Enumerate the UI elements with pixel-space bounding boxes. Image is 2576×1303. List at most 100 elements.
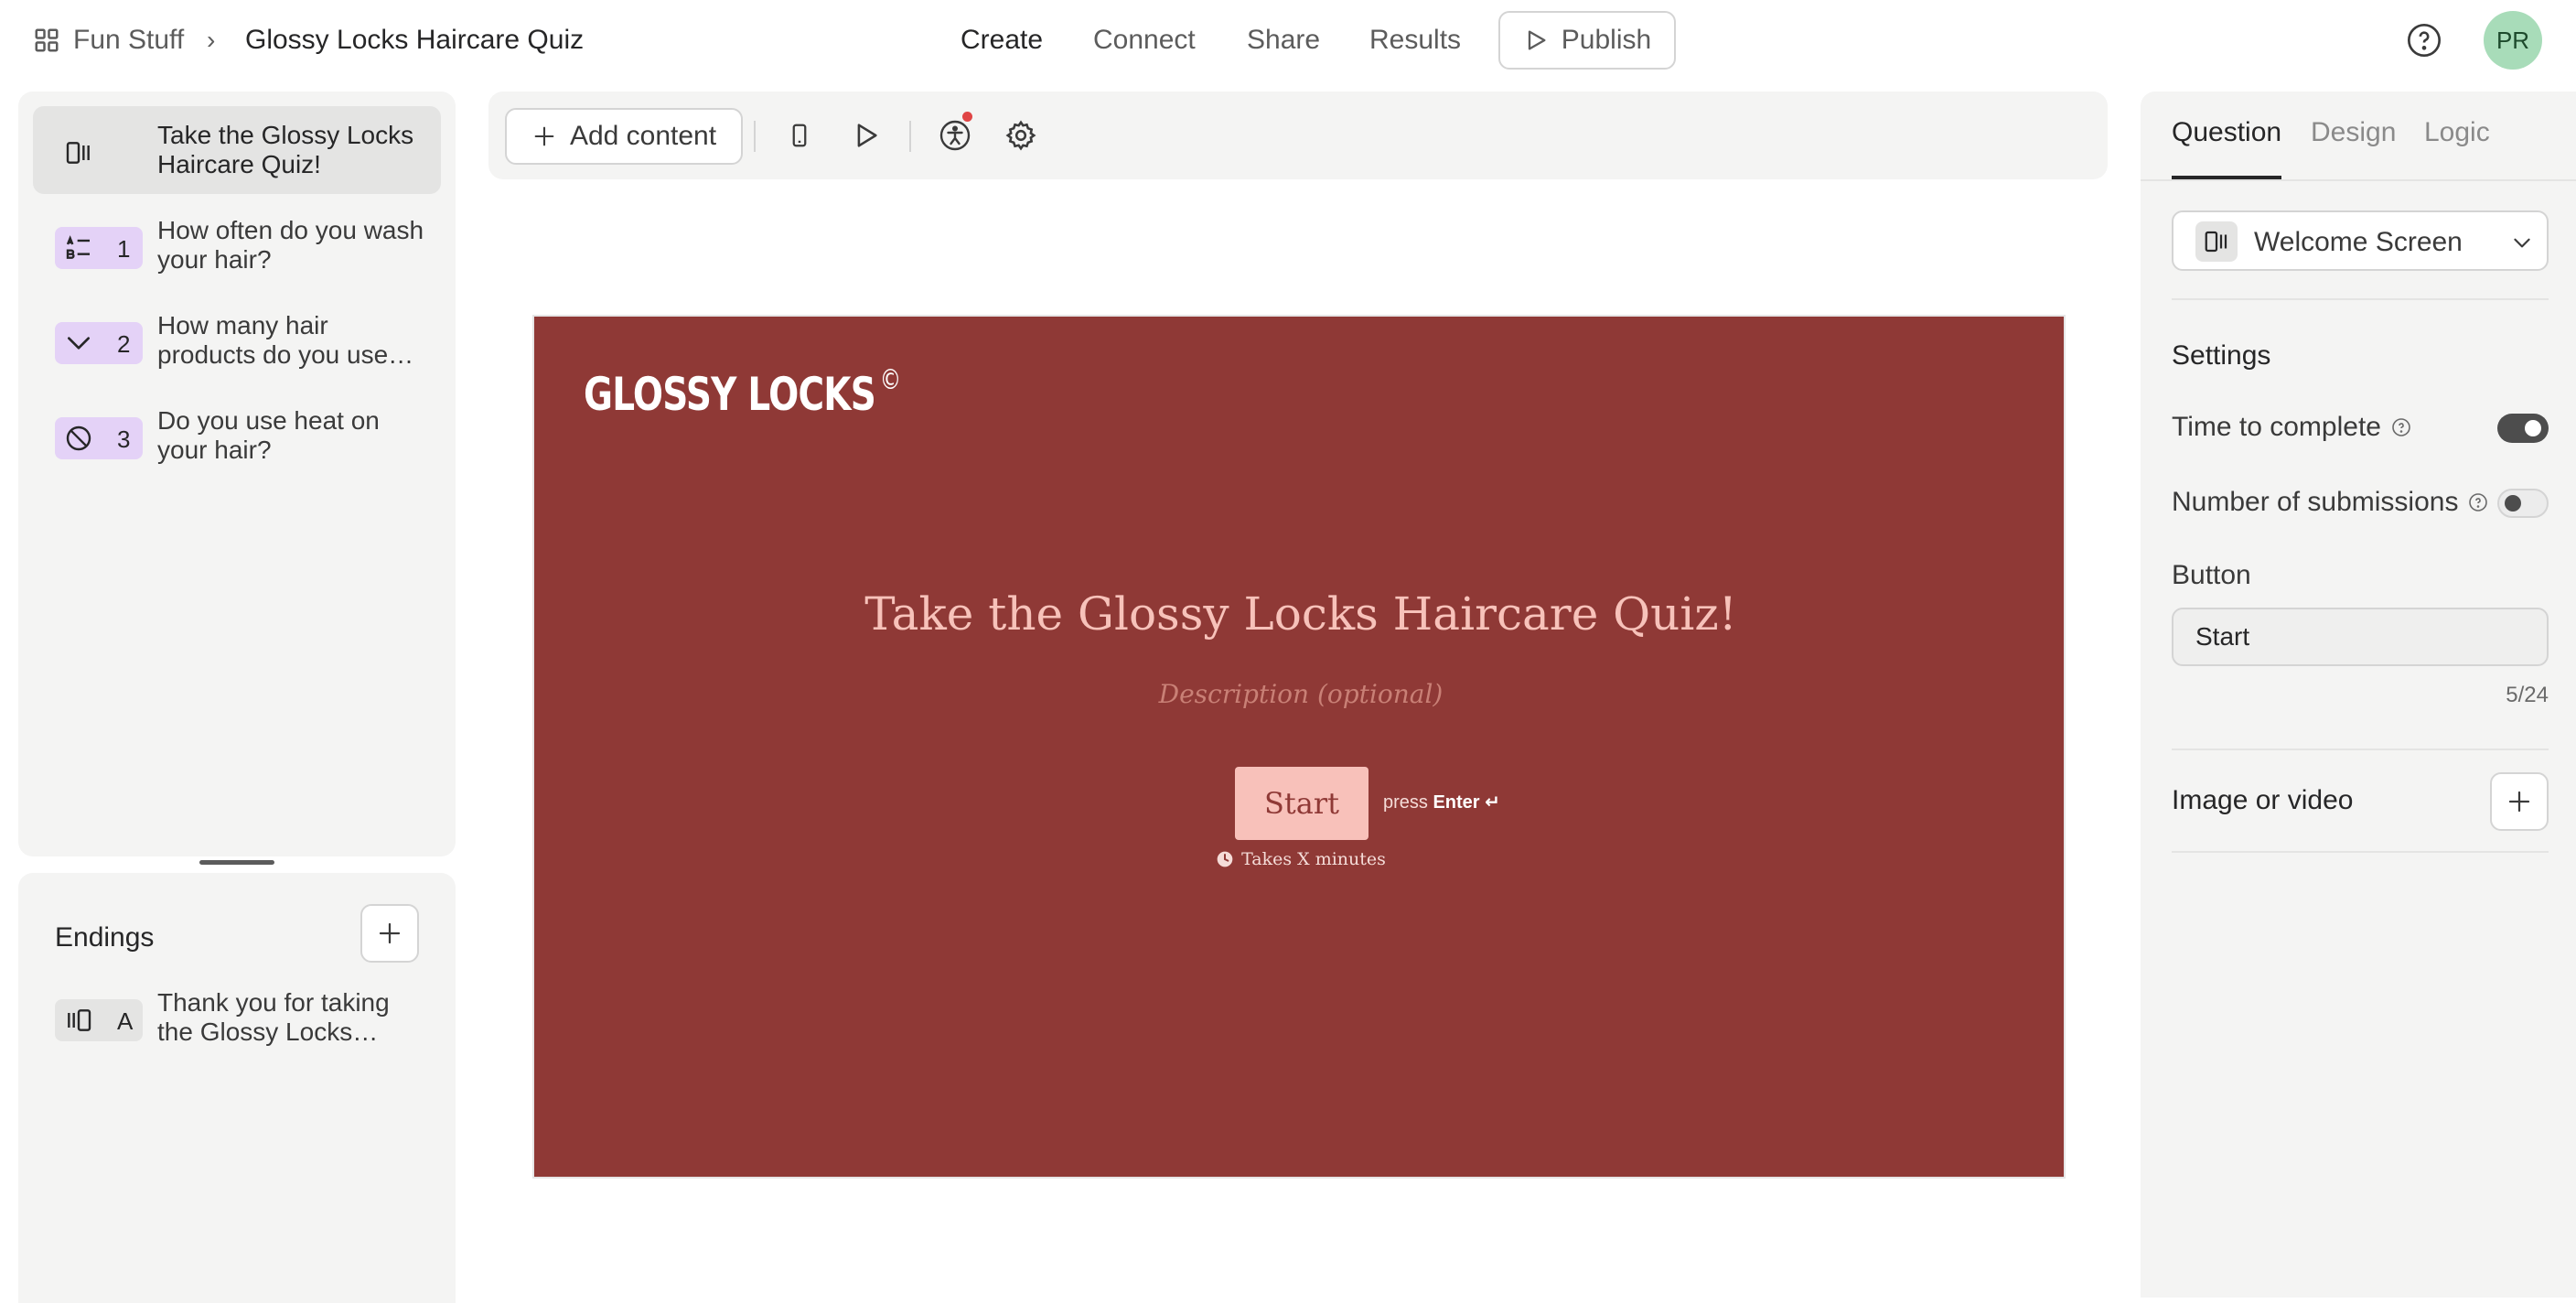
tab-design[interactable]: Design xyxy=(2311,117,2396,148)
add-content-label: Add content xyxy=(569,121,717,151)
ending-item-a[interactable]: A Thank you for taking the Glossy Locks… xyxy=(33,974,441,1061)
info-icon[interactable] xyxy=(2390,416,2412,438)
top-bar: Fun Stuff › Glossy Locks Haircare Quiz C… xyxy=(0,0,2576,81)
submissions-setting: Number of submissions xyxy=(2172,487,2489,518)
question-text: How many hair products do you use… xyxy=(157,311,414,369)
quiz-title[interactable]: Take the Glossy Locks Haircare Quiz! xyxy=(534,587,2067,641)
section-divider xyxy=(2172,298,2549,300)
nav-results[interactable]: Results xyxy=(1369,22,1461,59)
question-badge xyxy=(55,132,143,174)
toolbar-divider xyxy=(754,121,756,152)
question-number: 3 xyxy=(117,425,131,453)
settings-title: Settings xyxy=(2172,340,2271,371)
description-placeholder[interactable]: Description (optional) xyxy=(534,679,2067,709)
question-text: How often do you wash your hair? xyxy=(157,216,424,274)
publish-button[interactable]: Publish xyxy=(1498,11,1676,70)
notification-dot xyxy=(962,112,972,122)
question-item-2[interactable]: 2 How many hair products do you use… xyxy=(33,296,441,384)
list-icon xyxy=(66,235,90,259)
button-text-input[interactable]: Start xyxy=(2172,608,2549,666)
nav-share[interactable]: Share xyxy=(1247,22,1320,59)
properties-panel: Question Design Logic Welcome Screen Set… xyxy=(2141,92,2576,1298)
gear-icon xyxy=(1005,120,1036,151)
brand-logo: GLOSSY LOCKS © xyxy=(584,364,901,421)
accessibility-icon xyxy=(939,120,971,151)
add-content-button[interactable]: Add content xyxy=(505,108,743,165)
time-to-complete-label: Time to complete xyxy=(2172,412,2381,442)
time-to-complete-toggle[interactable] xyxy=(2497,414,2549,443)
section-divider xyxy=(2172,851,2549,853)
info-icon[interactable] xyxy=(2467,491,2489,513)
mobile-icon xyxy=(792,124,807,147)
plus-icon xyxy=(379,922,401,944)
question-number: 1 xyxy=(117,235,131,263)
press-enter-hint: press Enter ↵ xyxy=(1383,791,1500,813)
time-to-complete-note: Takes X minutes xyxy=(534,849,2067,869)
welcome-screen-icon xyxy=(2205,231,2227,253)
toolbar-divider xyxy=(909,121,911,152)
ending-letter: A xyxy=(117,1007,134,1035)
logo-text: GLOSSY LOCKS xyxy=(584,368,876,421)
nav-create[interactable]: Create xyxy=(961,22,1043,59)
image-or-video-label: Image or video xyxy=(2172,785,2354,815)
question-list-panel: Take the Glossy Locks Haircare Quiz! 1 H… xyxy=(18,92,456,856)
ending-text: Thank you for taking the Glossy Locks… xyxy=(157,988,390,1046)
preview-play-button[interactable] xyxy=(847,117,884,154)
logo-mark: © xyxy=(879,364,901,396)
add-ending-button[interactable] xyxy=(360,904,419,963)
endings-title: Endings xyxy=(55,922,155,953)
grid-icon xyxy=(35,28,59,52)
question-text: Take the Glossy Locks Haircare Quiz! xyxy=(157,121,414,178)
question-type-value: Welcome Screen xyxy=(2254,227,2463,257)
quiz-preview-canvas[interactable]: GLOSSY LOCKS © Take the Glossy Locks Hair… xyxy=(532,315,2066,1179)
question-item-welcome[interactable]: Take the Glossy Locks Haircare Quiz! xyxy=(33,106,441,194)
form-title[interactable]: Glossy Locks Haircare Quiz xyxy=(245,22,584,59)
tab-question[interactable]: Question xyxy=(2172,117,2281,148)
nav-connect[interactable]: Connect xyxy=(1093,22,1196,59)
accessibility-button[interactable] xyxy=(937,112,973,154)
editor-toolbar: Add content xyxy=(488,92,2108,179)
enter-key: Enter ↵ xyxy=(1433,792,1500,813)
question-badge: 2 xyxy=(55,322,143,364)
tab-logic[interactable]: Logic xyxy=(2424,117,2490,148)
endings-panel: Endings A Thank you for taking the Gloss… xyxy=(18,873,456,1303)
mobile-preview-button[interactable] xyxy=(781,117,818,154)
question-item-1[interactable]: 1 How often do you wash your hair? xyxy=(33,201,441,289)
settings-button[interactable] xyxy=(1003,117,1039,154)
question-number: 2 xyxy=(117,330,131,358)
button-section-label: Button xyxy=(2172,560,2251,590)
clock-icon xyxy=(1217,851,1233,867)
panel-resize-handle[interactable] xyxy=(199,860,274,865)
chevron-down-icon xyxy=(2514,238,2530,248)
publish-label: Publish xyxy=(1561,25,1652,55)
question-type-select[interactable]: Welcome Screen xyxy=(2172,210,2549,271)
duration-text: Takes X minutes xyxy=(1241,849,1386,869)
press-text: press xyxy=(1383,792,1428,813)
question-text: Do you use heat on your hair? xyxy=(157,406,380,464)
start-button[interactable]: Start xyxy=(1235,767,1368,840)
character-count: 5/24 xyxy=(2506,683,2549,707)
tab-divider xyxy=(2141,179,2576,181)
ending-screen-icon xyxy=(68,1009,91,1031)
help-icon[interactable] xyxy=(2406,22,2442,59)
question-badge: 3 xyxy=(55,417,143,459)
plus-icon xyxy=(2508,791,2530,813)
add-media-button[interactable] xyxy=(2490,772,2549,831)
breadcrumb-workspace[interactable]: Fun Stuff xyxy=(33,22,184,59)
chevron-down-icon xyxy=(68,337,90,350)
question-item-3[interactable]: 3 Do you use heat on your hair? xyxy=(33,392,441,479)
question-badge: 1 xyxy=(55,227,143,269)
workspace-name: Fun Stuff xyxy=(73,25,185,55)
play-icon xyxy=(857,124,877,147)
time-to-complete-setting: Time to complete xyxy=(2172,412,2412,443)
type-icon-box xyxy=(2195,221,2238,262)
breadcrumb-separator: › xyxy=(207,26,216,54)
plus-icon xyxy=(534,126,554,146)
avatar[interactable]: PR xyxy=(2484,11,2542,70)
section-divider xyxy=(2172,748,2549,750)
ending-badge: A xyxy=(55,999,143,1041)
submissions-label: Number of submissions xyxy=(2172,487,2459,517)
play-outline-icon xyxy=(1528,30,1546,50)
submissions-toggle[interactable] xyxy=(2497,489,2549,518)
welcome-screen-icon xyxy=(66,142,90,164)
